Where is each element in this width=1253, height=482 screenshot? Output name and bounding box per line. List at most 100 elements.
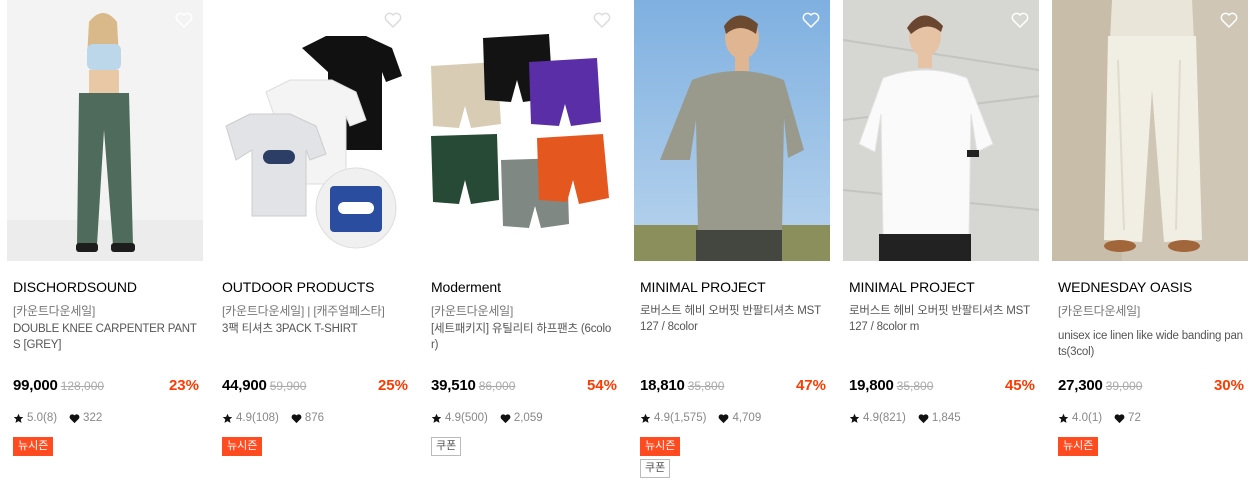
heart-outline-icon [175, 12, 193, 28]
sale-price: 19,800 [849, 377, 894, 394]
brand-name[interactable]: DISCHORDSOUND [7, 278, 203, 296]
original-price: 128,000 [60, 379, 105, 393]
product-card[interactable]: MINIMAL PROJECT 로버스트 헤비 오버핏 반팔티셔츠 MST127… [843, 0, 1039, 482]
likes-count: 2,059 [513, 412, 543, 424]
heart-outline-icon [1011, 12, 1029, 28]
star-icon [431, 413, 442, 424]
coupon-badge: 쿠폰 [431, 437, 462, 456]
product-name[interactable]: 로버스트 헤비 오버핏 반팔티셔츠 MST127 / 8color m [843, 303, 1039, 337]
coupon-badge: 쿠폰 [640, 459, 671, 478]
heart-outline-icon [384, 12, 402, 28]
badge-group: 뉴시즌 [13, 437, 54, 456]
product-card[interactable]: OUTDOOR PRODUCTS [카운트다운세일] | [캐주얼페스타] 3팩… [216, 0, 412, 482]
product-image[interactable] [216, 0, 412, 261]
brand-name[interactable]: WEDNESDAY OASIS [1052, 278, 1248, 296]
heart-filled-icon [918, 413, 929, 424]
price-row: 19,800 35,800 45% [849, 377, 1035, 397]
sale-price: 39,510 [431, 377, 476, 394]
discount-rate: 25% [377, 377, 408, 394]
product-name[interactable]: [세트패키지] 유틸리티 하프팬츠 (6color) [425, 321, 621, 355]
price-row: 99,000 128,000 23% [13, 377, 199, 397]
badge-group: 뉴시즌 [1058, 437, 1099, 456]
wishlist-button[interactable] [383, 10, 403, 30]
brand-name[interactable]: OUTDOOR PRODUCTS [216, 278, 412, 296]
rating-text: 4.9(821) [863, 412, 906, 424]
sale-price: 44,900 [222, 377, 267, 394]
original-price: 39,000 [1105, 379, 1143, 393]
wishlist-button[interactable] [801, 10, 821, 30]
product-image[interactable] [1052, 0, 1248, 261]
price-row: 39,510 86,000 54% [431, 377, 617, 397]
promo-tag: [카운트다운세일] [13, 304, 96, 318]
product-photo [7, 0, 203, 261]
meta-row: 4.9(500) 2,059 [431, 412, 543, 424]
new-season-badge: 뉴시즌 [640, 437, 681, 456]
wishlist-button[interactable] [1219, 10, 1239, 30]
discount-rate: 54% [586, 377, 617, 394]
rating-text: 4.9(108) [236, 412, 279, 424]
sale-price: 99,000 [13, 377, 58, 394]
product-card[interactable]: WEDNESDAY OASIS [카운트다운세일] unisex ice lin… [1052, 0, 1248, 482]
heart-outline-icon [802, 12, 820, 28]
heart-filled-icon [1114, 413, 1125, 424]
badge-group: 뉴시즌 쿠폰 [640, 437, 681, 478]
product-image[interactable] [843, 0, 1039, 261]
likes-count: 876 [304, 412, 325, 424]
sale-price: 18,810 [640, 377, 685, 394]
brand-name[interactable]: MINIMAL PROJECT [634, 278, 830, 296]
wishlist-button[interactable] [1010, 10, 1030, 30]
meta-row: 4.9(108) 876 [222, 412, 324, 424]
meta-row: 4.9(821) 1,845 [849, 412, 961, 424]
product-name[interactable]: DOUBLE KNEE CARPENTER PANTS [GREY] [7, 321, 203, 355]
product-name[interactable]: 3팩 티셔츠 3PACK T-SHIRT [216, 321, 412, 355]
likes-count: 72 [1128, 412, 1141, 424]
discount-rate: 23% [168, 377, 199, 394]
product-photo [425, 0, 621, 261]
price-row: 44,900 59,900 25% [222, 377, 408, 397]
likes-count: 322 [83, 412, 103, 424]
product-name[interactable]: 로버스트 헤비 오버핏 반팔티셔츠 MST127 / 8color [634, 303, 830, 337]
likes-count: 1,845 [931, 412, 961, 424]
heart-outline-icon [1220, 12, 1238, 28]
original-price: 35,800 [687, 379, 725, 393]
product-photo [843, 0, 1039, 261]
wishlist-button[interactable] [174, 10, 194, 30]
product-name[interactable]: unisex ice linen like wide banding pants… [1052, 328, 1248, 362]
product-image[interactable] [634, 0, 830, 261]
promo-tag: [카운트다운세일] | [캐주얼페스타] [222, 304, 385, 318]
product-photo [216, 0, 412, 261]
product-card[interactable]: DISCHORDSOUND [카운트다운세일] DOUBLE KNEE CARP… [7, 0, 203, 482]
meta-row: 4.0(1) 72 [1058, 412, 1141, 424]
promo-tag: [카운트다운세일] [1058, 304, 1141, 318]
product-photo [634, 0, 830, 261]
brand-name[interactable]: Moderment [425, 278, 621, 296]
product-image[interactable] [425, 0, 621, 261]
product-image[interactable] [7, 0, 203, 261]
likes-count: 4,709 [732, 412, 762, 424]
star-icon [1058, 413, 1069, 424]
product-card[interactable]: Moderment [카운트다운세일] [세트패키지] 유틸리티 하프팬츠 (6… [425, 0, 621, 482]
brand-name[interactable]: MINIMAL PROJECT [843, 278, 1039, 296]
price-row: 27,300 39,000 30% [1058, 377, 1244, 397]
new-season-badge: 뉴시즌 [222, 437, 263, 456]
original-price: 86,000 [478, 379, 516, 393]
meta-row: 5.0(8) 322 [13, 412, 102, 424]
star-icon [849, 413, 860, 424]
original-price: 35,800 [896, 379, 934, 393]
price-row: 18,810 35,800 47% [640, 377, 826, 397]
badge-group: 쿠폰 [431, 437, 462, 456]
new-season-badge: 뉴시즌 [13, 437, 54, 456]
heart-outline-icon [593, 12, 611, 28]
product-card[interactable]: MINIMAL PROJECT 로버스트 헤비 오버핏 반팔티셔츠 MST127… [634, 0, 830, 482]
star-icon [13, 413, 24, 424]
rating-text: 4.9(500) [445, 412, 488, 424]
discount-rate: 30% [1213, 377, 1244, 394]
rating-text: 4.9(1,575) [654, 412, 707, 424]
heart-filled-icon [69, 413, 80, 424]
sale-price: 27,300 [1058, 377, 1103, 394]
wishlist-button[interactable] [592, 10, 612, 30]
product-grid: DISCHORDSOUND [카운트다운세일] DOUBLE KNEE CARP… [0, 0, 1253, 482]
original-price: 59,900 [269, 379, 307, 393]
discount-rate: 47% [795, 377, 826, 394]
new-season-badge: 뉴시즌 [1058, 437, 1099, 456]
